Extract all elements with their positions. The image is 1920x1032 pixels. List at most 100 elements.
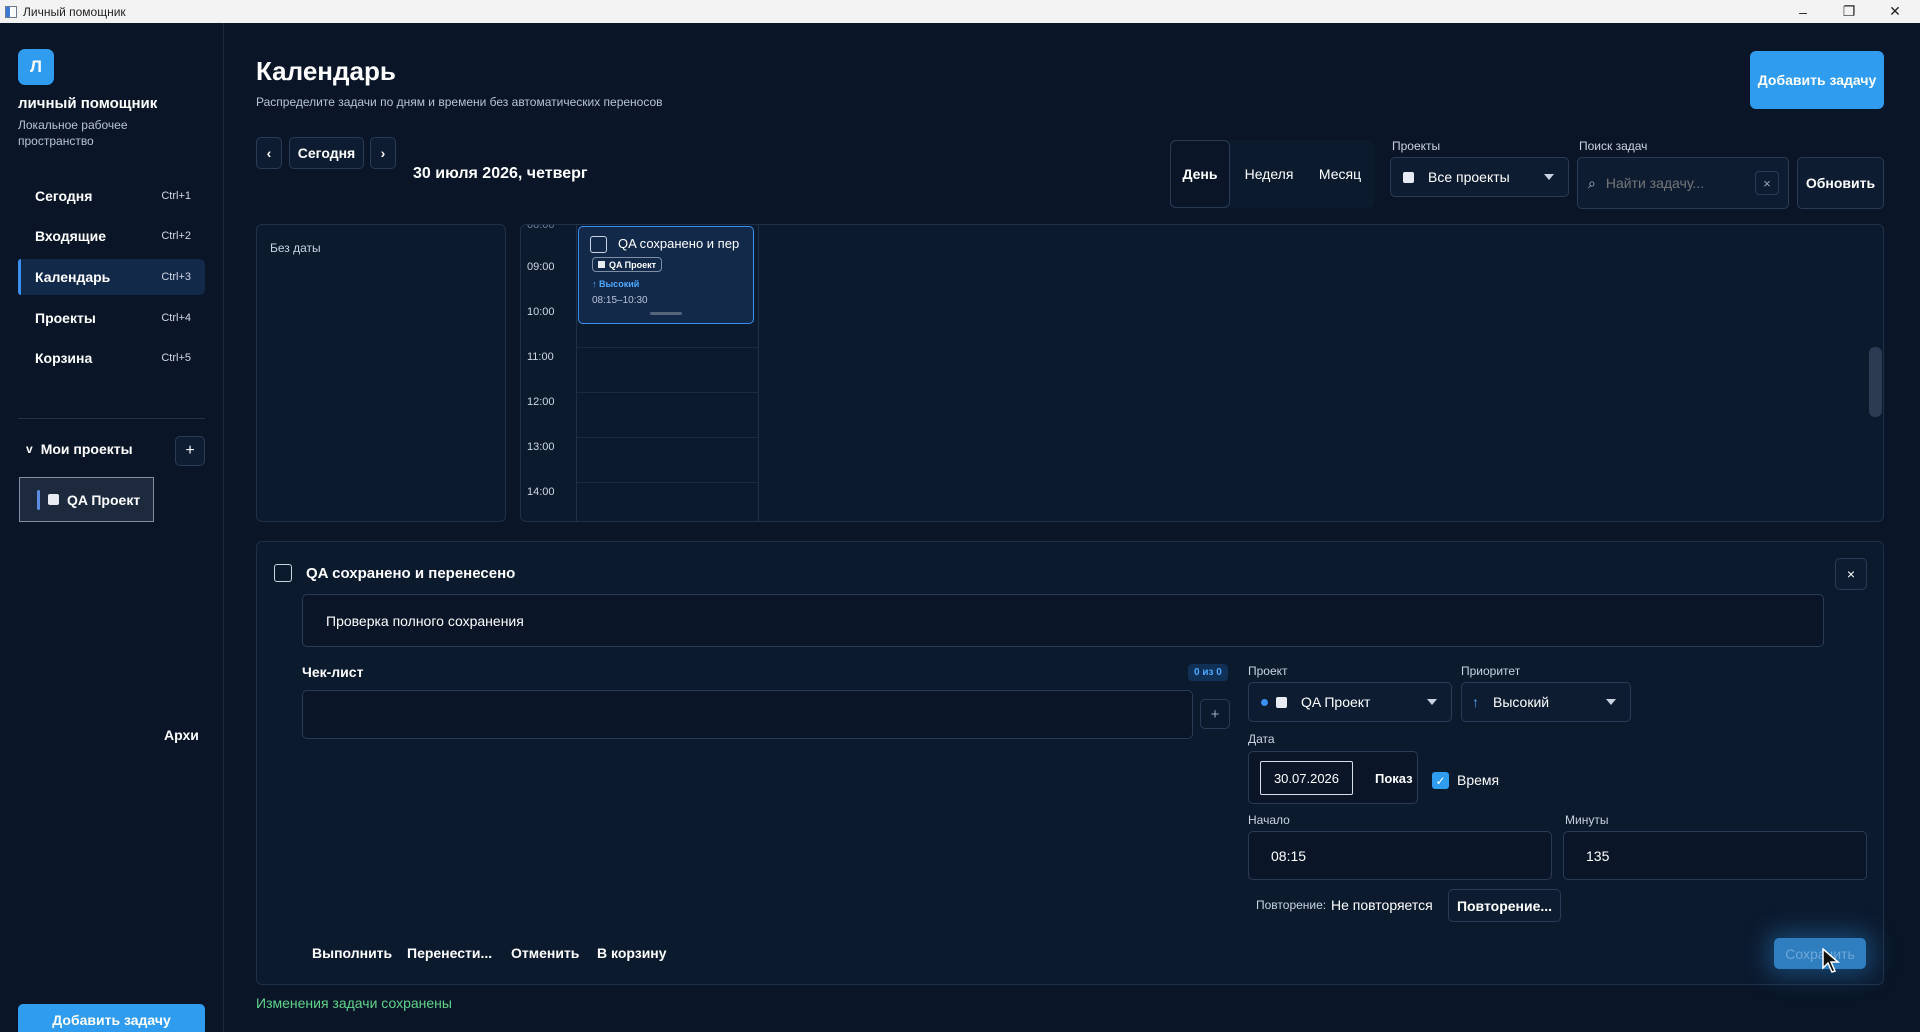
- event-time: 08:15–10:30: [592, 295, 648, 306]
- close-detail-button[interactable]: ×: [1835, 558, 1867, 590]
- maximize-button[interactable]: ❐: [1826, 0, 1872, 23]
- move-button[interactable]: Перенести...: [407, 945, 492, 961]
- app-window-icon: [5, 5, 17, 18]
- tab-day[interactable]: День: [1170, 140, 1230, 208]
- sidebar-project-qa[interactable]: QA Проект: [19, 477, 154, 522]
- my-projects-toggle[interactable]: v Мои проекты: [26, 441, 133, 457]
- date-picker: 30.07.2026 Показ: [1248, 751, 1418, 804]
- projects-filter-value: Все проекты: [1428, 169, 1510, 185]
- prev-day-button[interactable]: ‹: [256, 137, 282, 169]
- show-calendar-button[interactable]: Показ: [1375, 761, 1415, 795]
- sidebar-item-trash[interactable]: Корзина Ctrl+5: [18, 340, 205, 376]
- app-subtitle: Локальное рабочее пространство: [18, 118, 128, 148]
- mouse-cursor-icon: [1822, 948, 1841, 973]
- hour-label: 11:00: [527, 351, 554, 363]
- project-square-icon: [598, 261, 605, 268]
- repeat-value: Не повторяется: [1331, 897, 1433, 913]
- project-color-bar: [37, 489, 40, 510]
- status-message: Изменения задачи сохранены: [256, 995, 452, 1011]
- chevron-down-icon: v: [26, 442, 33, 456]
- hour-gridline: [577, 437, 759, 438]
- search-input[interactable]: [1605, 175, 1741, 191]
- checklist-input[interactable]: [302, 690, 1193, 739]
- sidebar: Л личный помощник Локальное рабочее прос…: [0, 23, 224, 1032]
- event-resize-handle[interactable]: [650, 312, 682, 315]
- hour-label-partial: 08:00: [527, 224, 555, 231]
- sidebar-item-label: Календарь: [35, 269, 111, 285]
- window-titlebar: Личный помощник – ❐ ✕: [0, 0, 1920, 23]
- add-task-button[interactable]: Добавить задачу: [1750, 51, 1884, 109]
- hour-gridline: [577, 347, 759, 348]
- hour-label: 09:00: [527, 261, 555, 273]
- trash-button[interactable]: В корзину: [597, 945, 667, 961]
- project-select[interactable]: QA Проект: [1248, 682, 1452, 722]
- sidebar-item-inbox[interactable]: Входящие Ctrl+2: [18, 218, 205, 254]
- arrow-up-icon: ↑: [1472, 694, 1479, 710]
- start-label: Начало: [1248, 813, 1290, 827]
- minutes-label: Минуты: [1565, 813, 1609, 827]
- search-clear-button[interactable]: ×: [1755, 171, 1779, 195]
- calendar-event[interactable]: QA сохранено и пер QA Проект ↑ Высокий 0…: [578, 226, 754, 324]
- sidebar-item-today[interactable]: Сегодня Ctrl+1: [18, 178, 205, 214]
- search-label: Поиск задач: [1579, 139, 1648, 153]
- task-complete-checkbox[interactable]: [274, 564, 292, 582]
- hour-gridline: [577, 482, 759, 483]
- checklist-add-button[interactable]: +: [1200, 699, 1230, 729]
- time-checkbox[interactable]: ✓: [1432, 772, 1449, 789]
- project-dot-icon: [1261, 698, 1268, 706]
- date-input[interactable]: 30.07.2026: [1260, 761, 1353, 795]
- time-checkbox-label: Время: [1457, 772, 1500, 788]
- archive-link[interactable]: Архи: [164, 727, 199, 743]
- sidebar-item-calendar[interactable]: Календарь Ctrl+3: [18, 259, 205, 295]
- project-square-icon: [1276, 696, 1287, 708]
- sidebar-add-task-button[interactable]: Добавить задачу: [18, 1004, 205, 1032]
- sidebar-item-shortcut: Ctrl+2: [161, 230, 191, 242]
- next-day-button[interactable]: ›: [370, 137, 396, 169]
- event-priority: ↑ Высокий: [592, 279, 640, 289]
- hour-label: 12:00: [527, 396, 555, 408]
- minutes-input[interactable]: 135: [1563, 831, 1867, 880]
- projects-filter-select[interactable]: Все проекты: [1390, 157, 1569, 197]
- cancel-button[interactable]: Отменить: [511, 945, 579, 961]
- minimize-button[interactable]: –: [1780, 0, 1826, 23]
- no-date-label: Без даты: [270, 241, 321, 255]
- hour-label: 13:00: [527, 441, 555, 453]
- sidebar-item-shortcut: Ctrl+4: [161, 312, 191, 324]
- close-window-button[interactable]: ✕: [1872, 0, 1918, 23]
- hour-label: 10:00: [527, 306, 555, 318]
- refresh-button[interactable]: Обновить: [1797, 157, 1884, 209]
- project-square-icon: [1403, 171, 1414, 183]
- tab-month[interactable]: Месяц: [1308, 140, 1372, 208]
- project-label: Проект: [1248, 664, 1288, 678]
- event-project-name: QA Проект: [609, 259, 657, 270]
- today-button[interactable]: Сегодня: [289, 137, 364, 169]
- start-time-input[interactable]: 08:15: [1248, 831, 1552, 880]
- checklist-count-badge: 0 из 0: [1188, 664, 1228, 681]
- repeat-button[interactable]: Повторение...: [1448, 889, 1561, 922]
- hour-gridline: [577, 392, 759, 393]
- task-description-field[interactable]: Проверка полного сохранения: [302, 594, 1824, 647]
- search-box: ⌕ ×: [1577, 157, 1789, 209]
- priority-label: Приоритет: [1461, 664, 1521, 678]
- page-subtitle: Распределите задачи по дням и времени бе…: [256, 95, 663, 109]
- priority-select[interactable]: ↑ Высокий: [1461, 682, 1631, 722]
- hour-label: 14:00: [527, 486, 555, 498]
- sidebar-item-label: Сегодня: [35, 188, 93, 204]
- sidebar-item-shortcut: Ctrl+1: [161, 190, 191, 202]
- event-complete-checkbox[interactable]: [590, 236, 607, 253]
- date-label: Дата: [1248, 732, 1275, 746]
- project-square-icon: [48, 494, 59, 505]
- calendar-scrollbar[interactable]: [1869, 347, 1882, 417]
- sidebar-item-projects[interactable]: Проекты Ctrl+4: [18, 300, 205, 336]
- my-projects-label: Мои проекты: [40, 441, 133, 457]
- checklist-label: Чек-лист: [302, 664, 364, 680]
- day-grid: 08:00 09:00 10:00 11:00 12:00 13:00 14:0…: [520, 224, 1884, 522]
- tab-week[interactable]: Неделя: [1234, 140, 1304, 208]
- priority-select-value: Высокий: [1493, 694, 1550, 710]
- no-date-column: Без даты: [256, 224, 506, 522]
- complete-button[interactable]: Выполнить: [312, 945, 392, 961]
- save-button[interactable]: Сохранить: [1774, 938, 1866, 969]
- task-title[interactable]: QA сохранено и перенесено: [306, 565, 515, 582]
- add-project-button[interactable]: +: [175, 436, 205, 466]
- sidebar-item-label: Входящие: [35, 228, 106, 244]
